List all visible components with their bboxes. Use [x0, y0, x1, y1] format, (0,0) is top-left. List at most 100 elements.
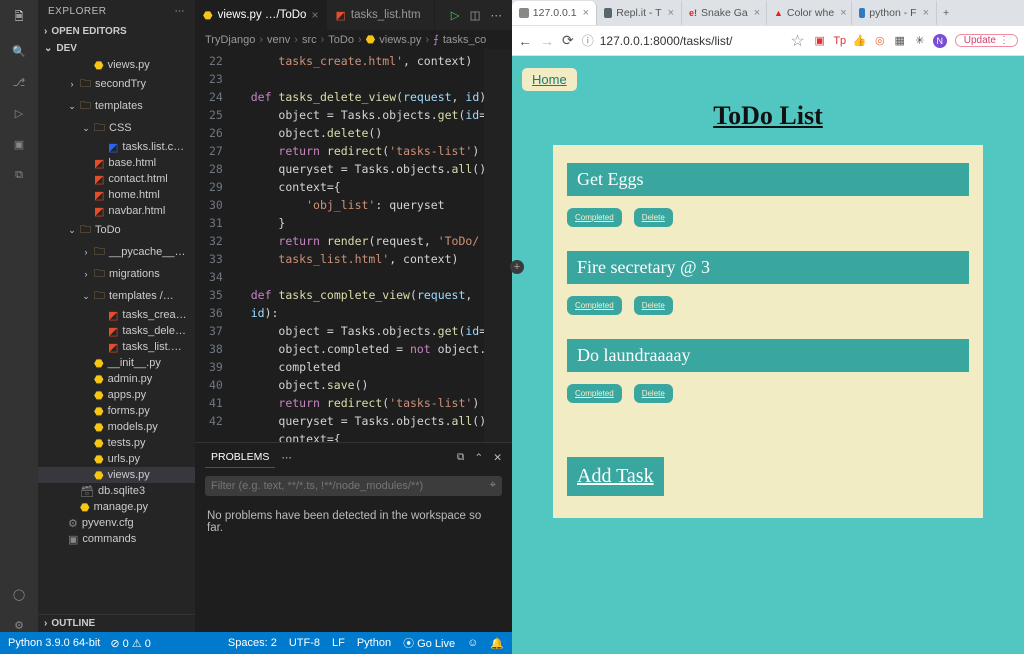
breadcrumbs[interactable]: TryDjango›venv›src›ToDo›⬣views.py›⨍tasks…	[195, 30, 512, 49]
tree-item--init-py[interactable]: ⬣__init__.py	[38, 355, 195, 371]
tree-item-admin-py[interactable]: ⬣admin.py	[38, 371, 195, 387]
panel-chevron-icon[interactable]: ⌃	[474, 452, 483, 464]
status-python[interactable]: Python 3.9.0 64-bit	[8, 637, 100, 649]
status-go-live[interactable]: ⦿ Go Live	[403, 635, 455, 651]
explorer-icon[interactable]: 🗎	[15, 8, 24, 27]
completed-button[interactable]: Completed	[567, 208, 622, 227]
tree-item-db-sqlite3[interactable]: 🗃db.sqlite3	[38, 483, 195, 499]
panel-more[interactable]: ⋯	[275, 448, 298, 468]
tree-item-tasks-list-[interactable]: ◩tasks_list.…	[38, 339, 195, 355]
tree-item-commands[interactable]: ▣commands	[38, 531, 195, 547]
tree-item-tests-py[interactable]: ⬣tests.py	[38, 435, 195, 451]
minimap[interactable]	[484, 49, 512, 442]
tree-item-secondtry[interactable]: ›🗀secondTry	[38, 73, 195, 95]
tree-item-models-py[interactable]: ⬣models.py	[38, 419, 195, 435]
tree-item-views-py[interactable]: ⬣views.py	[38, 57, 195, 73]
status-errors[interactable]: ⊘ 0 ⚠ 0	[110, 637, 150, 650]
panel-collapse-icon[interactable]: ⧉	[457, 451, 465, 464]
filter-icon[interactable]: ⌖	[490, 479, 496, 492]
accounts-icon[interactable]: ◯	[13, 588, 25, 601]
url-bar[interactable]: ⓘ 127.0.0.1:8000/tasks/list/	[582, 32, 783, 49]
ext-icon-4[interactable]: ◎	[873, 34, 887, 48]
split-editor-icon[interactable]: ◫	[470, 8, 481, 22]
search-icon[interactable]: 🔍	[12, 45, 26, 58]
problems-filter-input[interactable]	[205, 476, 502, 496]
more-icon[interactable]: ⋯	[175, 6, 186, 17]
tree-item-migrations[interactable]: ›🗀migrations	[38, 263, 195, 285]
tree-item-templates[interactable]: ⌄🗀templates	[38, 95, 195, 117]
code-editor[interactable]: 2223242526272829303132333435363738394041…	[195, 49, 512, 442]
add-task-button[interactable]: Add Task	[567, 457, 664, 496]
ext-icon-3[interactable]: 👍	[853, 34, 867, 48]
status-spaces[interactable]: Spaces: 2	[228, 637, 277, 649]
dev-section[interactable]: ⌄DEV	[38, 40, 195, 57]
outline-section[interactable]: ›OUTLINE	[38, 614, 195, 632]
browser-tab[interactable]: Repl.it - T×	[597, 1, 682, 25]
ext-icon-7[interactable]: N	[933, 34, 947, 48]
close-icon[interactable]: ×	[668, 7, 674, 19]
reload-icon[interactable]: ⟳	[562, 32, 574, 49]
extensions-icon[interactable]: ▣	[14, 138, 24, 151]
source-control-icon[interactable]: ⎇	[13, 76, 26, 89]
delete-button[interactable]: Delete	[634, 384, 673, 403]
code-body[interactable]: tasks_create.html', context) def tasks_d…	[231, 49, 484, 442]
status-bell-icon[interactable]: 🔔	[490, 637, 504, 650]
status-feedback-icon[interactable]: ☺	[467, 637, 478, 649]
tree-item-base-html[interactable]: ◩base.html	[38, 155, 195, 171]
delete-button[interactable]: Delete	[634, 296, 673, 315]
browser-tab[interactable]: python - F×	[852, 1, 937, 25]
tree-item--pycache-[interactable]: ›🗀__pycache__…	[38, 241, 195, 263]
tree-item-apps-py[interactable]: ⬣apps.py	[38, 387, 195, 403]
tree-item-tasks-dele-[interactable]: ◩tasks_dele…	[38, 323, 195, 339]
delete-button[interactable]: Delete	[634, 208, 673, 227]
editor-tab[interactable]: ◩tasks_list.htm	[327, 0, 434, 30]
tree-item-urls-py[interactable]: ⬣urls.py	[38, 451, 195, 467]
completed-button[interactable]: Completed	[567, 296, 622, 315]
tree-item-templates-[interactable]: ⌄🗀templates /…	[38, 285, 195, 307]
run-icon[interactable]: ▷	[451, 8, 460, 22]
tree-item-tasks-list-c-[interactable]: ◩tasks.list.c…	[38, 139, 195, 155]
tree-item-contact-html[interactable]: ◩contact.html	[38, 171, 195, 187]
status-eol[interactable]: LF	[332, 637, 345, 649]
status-language[interactable]: Python	[357, 637, 391, 649]
remote-icon[interactable]: ⧉	[15, 169, 23, 182]
gear-icon[interactable]: ⚙	[14, 619, 24, 632]
open-editors-section[interactable]: ›OPEN EDITORS	[38, 23, 195, 40]
site-info-icon[interactable]: ⓘ	[582, 32, 594, 49]
ext-icon-1[interactable]: ▣	[813, 34, 827, 48]
more-icon[interactable]: ⋯	[491, 8, 503, 22]
tree-item-navbar-html[interactable]: ◩navbar.html	[38, 203, 195, 219]
run-debug-icon[interactable]: ▷	[15, 107, 23, 120]
tree-item-css[interactable]: ⌄🗀CSS	[38, 117, 195, 139]
tree-item-todo[interactable]: ⌄🗀ToDo	[38, 219, 195, 241]
tree-item-tasks-crea-[interactable]: ◩tasks_crea…	[38, 307, 195, 323]
close-icon[interactable]: ×	[311, 8, 318, 22]
problems-tab[interactable]: PROBLEMS	[205, 447, 275, 468]
tree-item-pyvenv-cfg[interactable]: ⚙pyvenv.cfg	[38, 515, 195, 531]
browser-tab[interactable]: 127.0.0.1×	[512, 1, 597, 25]
bookmark-star-icon[interactable]: ☆	[790, 31, 804, 51]
home-link[interactable]: Home	[522, 68, 577, 91]
ext-icon-2[interactable]: Tp	[833, 34, 847, 48]
close-icon[interactable]: ×	[840, 7, 846, 19]
tree-item-home-html[interactable]: ◩home.html	[38, 187, 195, 203]
panel-close-icon[interactable]: ✕	[493, 452, 502, 464]
forward-icon[interactable]: →	[540, 33, 554, 49]
browser-tab[interactable]: ▲Color whe×	[767, 1, 852, 25]
tree-item-forms-py[interactable]: ⬣forms.py	[38, 403, 195, 419]
back-icon[interactable]: ←	[518, 33, 532, 49]
browser-tab[interactable]: e!Snake Ga×	[682, 1, 767, 25]
tree-item-manage-py[interactable]: ⬣manage.py	[38, 499, 195, 515]
update-button[interactable]: Update⋮	[955, 34, 1018, 47]
tree-item-views-py[interactable]: ⬣views.py	[38, 467, 195, 483]
editor-tab[interactable]: ⬣views.py …/ToDo×	[195, 0, 327, 30]
close-icon[interactable]: ×	[583, 7, 589, 19]
ext-icon-6[interactable]: ✳	[913, 34, 927, 48]
ext-icon-5[interactable]: ▦	[893, 34, 907, 48]
close-icon[interactable]: ×	[754, 7, 760, 19]
close-icon[interactable]: ×	[923, 7, 929, 19]
status-encoding[interactable]: UTF-8	[289, 637, 320, 649]
new-tab-button[interactable]: +	[937, 7, 955, 19]
completed-button[interactable]: Completed	[567, 384, 622, 403]
split-handle[interactable]: +	[510, 260, 524, 274]
